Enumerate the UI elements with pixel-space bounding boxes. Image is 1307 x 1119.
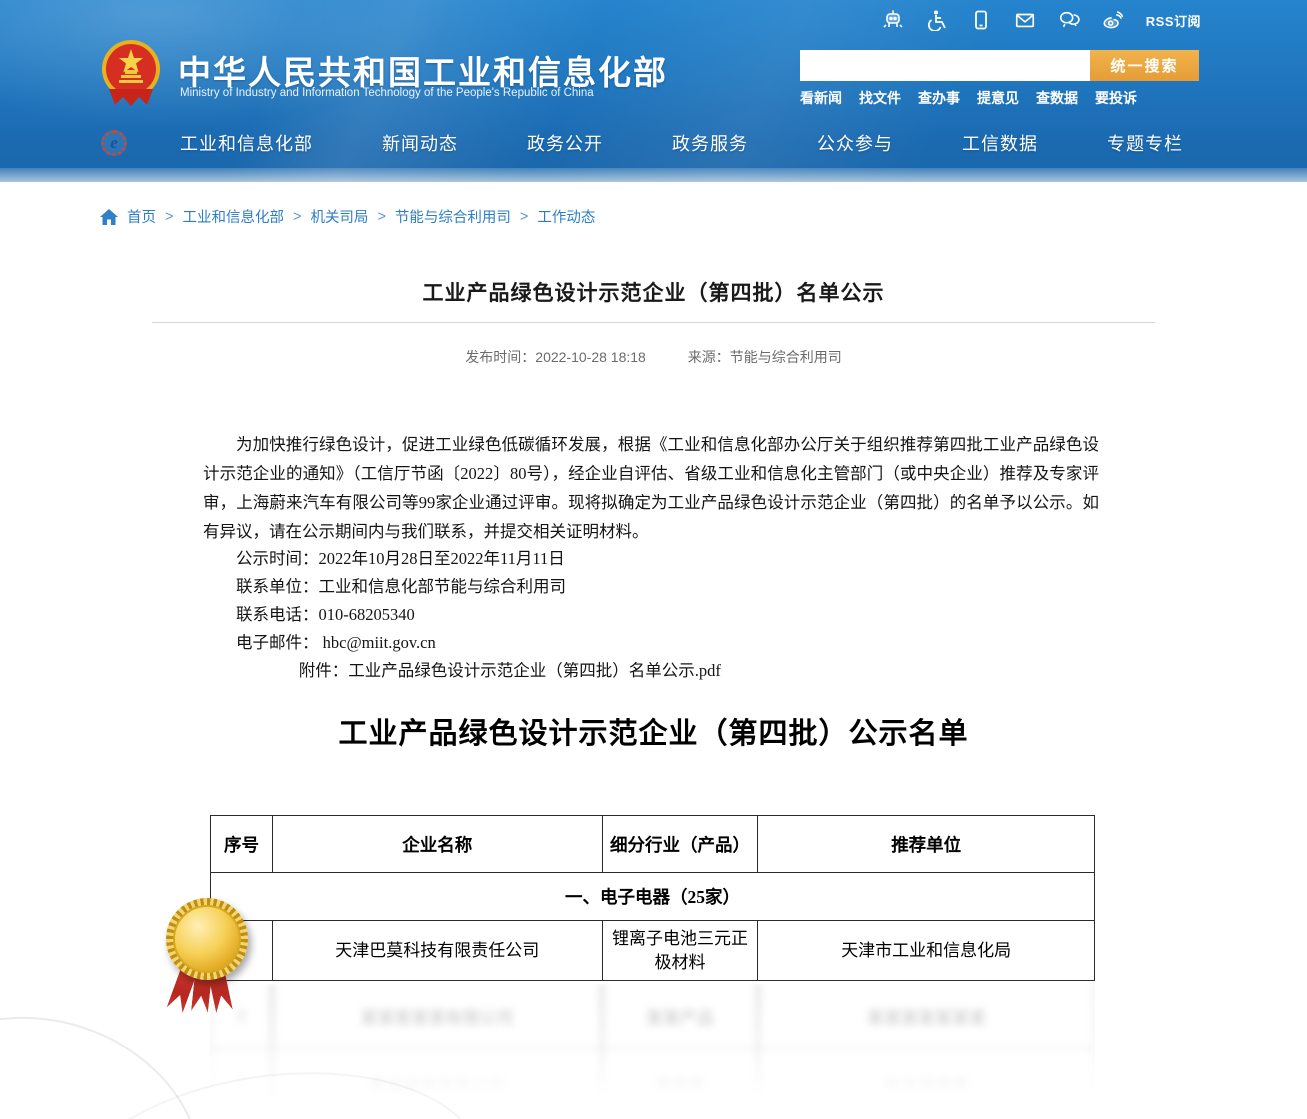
contact-phone: 联系电话：010-68205340 xyxy=(203,601,1099,629)
table-row-blurred: 2 某某某某某有限公司 某某产品 某某某某某某某 xyxy=(210,984,1095,1049)
col-header-company: 企业名称 xyxy=(272,816,602,873)
header-bottom-strip xyxy=(0,168,1307,182)
quick-link-complaint[interactable]: 要投诉 xyxy=(1095,88,1137,108)
quick-links: 看新闻 找文件 查办事 提意见 查数据 要投诉 xyxy=(800,88,1137,108)
quick-link-files[interactable]: 找文件 xyxy=(859,88,901,108)
cell-industry: 某某某 xyxy=(602,1049,758,1119)
topbar-utility: RSS订阅 xyxy=(882,9,1201,31)
article-source: 来源：节能与综合利用司 xyxy=(688,349,842,365)
quick-link-news[interactable]: 看新闻 xyxy=(800,88,842,108)
list-document-title: 工业产品绿色设计示范企业（第四批）公示名单 xyxy=(0,710,1307,752)
accessibility-icon[interactable] xyxy=(926,9,948,31)
cell-recommender: 天津市工业和信息化局 xyxy=(758,921,1095,981)
article-info-lines: 公示时间：2022年10月28日至2022年11月11日 联系单位：工业和信息化… xyxy=(203,545,1099,685)
col-header-industry: 细分行业（产品） xyxy=(602,816,758,873)
cell-company: 某某某某某有限公司 xyxy=(272,984,602,1049)
breadcrumb-miit[interactable]: 工业和信息化部 xyxy=(182,206,284,227)
miit-webpage: RSS订阅 中华人民共和国工业和信息化部 Ministry of Industr… xyxy=(0,0,1307,1119)
robot-icon[interactable] xyxy=(882,9,904,31)
article-title: 工业产品绿色设计示范企业（第四批）名单公示 xyxy=(0,277,1307,307)
breadcrumb-separator: > xyxy=(165,209,173,225)
breadcrumb-departments[interactable]: 机关司局 xyxy=(310,206,368,227)
cell-industry: 锂离子电池三元正极材料 xyxy=(602,921,758,981)
nav-item-data[interactable]: 工信数据 xyxy=(962,130,1038,156)
nav-item-gov-open[interactable]: 政务公开 xyxy=(527,130,603,156)
site-subtitle: Ministry of Industry and Information Tec… xyxy=(180,87,594,99)
title-divider xyxy=(152,322,1155,323)
breadcrumb-work-updates[interactable]: 工作动态 xyxy=(537,206,595,227)
section-label: 一、电子电器（25家） xyxy=(211,873,1095,921)
wechat-icon[interactable] xyxy=(1058,9,1080,31)
e-gov-icon: e xyxy=(101,130,127,156)
breadcrumb-separator: > xyxy=(520,209,528,225)
cell-seq: 1 xyxy=(211,921,273,981)
search-input[interactable] xyxy=(800,50,1090,81)
mail-icon[interactable] xyxy=(1014,9,1036,31)
breadcrumb-separator: > xyxy=(293,209,301,225)
nav-item-news[interactable]: 新闻动态 xyxy=(382,130,458,156)
nav-item-participation[interactable]: 公众参与 xyxy=(817,130,893,156)
main-nav: 工业和信息化部 新闻动态 政务公开 政务服务 公众参与 工信数据 专题专栏 xyxy=(180,130,1183,156)
unified-search-button[interactable]: 统一搜索 xyxy=(1090,50,1199,81)
nav-item-miit[interactable]: 工业和信息化部 xyxy=(180,130,313,156)
cell-company: 天津巴莫科技有限责任公司 xyxy=(272,921,602,981)
table-header-row: 序号 企业名称 细分行业（产品） 推荐单位 xyxy=(211,816,1095,873)
contact-email: 电子邮件： hbc@miit.gov.cn xyxy=(203,629,1099,657)
article-paragraph: 为加快推行绿色设计，促进工业绿色低碳循环发展，根据《工业和信息化部办公厅关于组织… xyxy=(203,430,1099,546)
nav-item-topics[interactable]: 专题专栏 xyxy=(1107,130,1183,156)
breadcrumb-energy-dept[interactable]: 节能与综合利用司 xyxy=(395,206,511,227)
mobile-icon[interactable] xyxy=(970,9,992,31)
cell-industry: 某某产品 xyxy=(602,984,758,1049)
home-icon[interactable] xyxy=(100,209,118,225)
col-header-recommender: 推荐单位 xyxy=(758,816,1095,873)
table-section-row: 一、电子电器（25家） xyxy=(211,873,1095,921)
table-row: 1 天津巴莫科技有限责任公司 锂离子电池三元正极材料 天津市工业和信息化局 xyxy=(211,921,1095,981)
article-body: 为加快推行绿色设计，促进工业绿色低碳循环发展，根据《工业和信息化部办公厅关于组织… xyxy=(203,430,1099,546)
cell-seq: 2 xyxy=(210,984,272,1049)
contact-unit: 联系单位：工业和信息化部节能与综合利用司 xyxy=(203,573,1099,601)
weibo-icon[interactable] xyxy=(1102,9,1124,31)
article-meta: 发布时间：2022-10-28 18:18 来源：节能与综合利用司 xyxy=(0,347,1307,367)
publish-time: 发布时间：2022-10-28 18:18 xyxy=(465,349,646,365)
attachment-pdf-link[interactable]: 附件：工业产品绿色设计示范企业（第四批）名单公示.pdf xyxy=(299,661,721,680)
quick-link-data[interactable]: 查数据 xyxy=(1036,88,1078,108)
cell-recommender: 某某某某某某某 xyxy=(758,984,1095,1049)
site-header: RSS订阅 中华人民共和国工业和信息化部 Ministry of Industr… xyxy=(0,0,1307,182)
rss-subscribe-link[interactable]: RSS订阅 xyxy=(1146,11,1201,30)
col-header-seq: 序号 xyxy=(211,816,273,873)
nav-item-gov-service[interactable]: 政务服务 xyxy=(672,130,748,156)
breadcrumb: 首页 > 工业和信息化部 > 机关司局 > 节能与综合利用司 > 工作动态 xyxy=(100,206,595,227)
quick-link-services[interactable]: 查办事 xyxy=(918,88,960,108)
national-emblem-logo xyxy=(99,37,163,107)
publicity-period: 公示时间：2022年10月28日至2022年11月11日 xyxy=(203,545,1099,573)
breadcrumb-home[interactable]: 首页 xyxy=(127,206,156,227)
cell-recommender: 某某某某某 xyxy=(758,1049,1095,1119)
companies-table: 序号 企业名称 细分行业（产品） 推荐单位 一、电子电器（25家） 1 天津巴莫… xyxy=(210,815,1095,981)
breadcrumb-separator: > xyxy=(377,209,385,225)
quick-link-feedback[interactable]: 提意见 xyxy=(977,88,1019,108)
